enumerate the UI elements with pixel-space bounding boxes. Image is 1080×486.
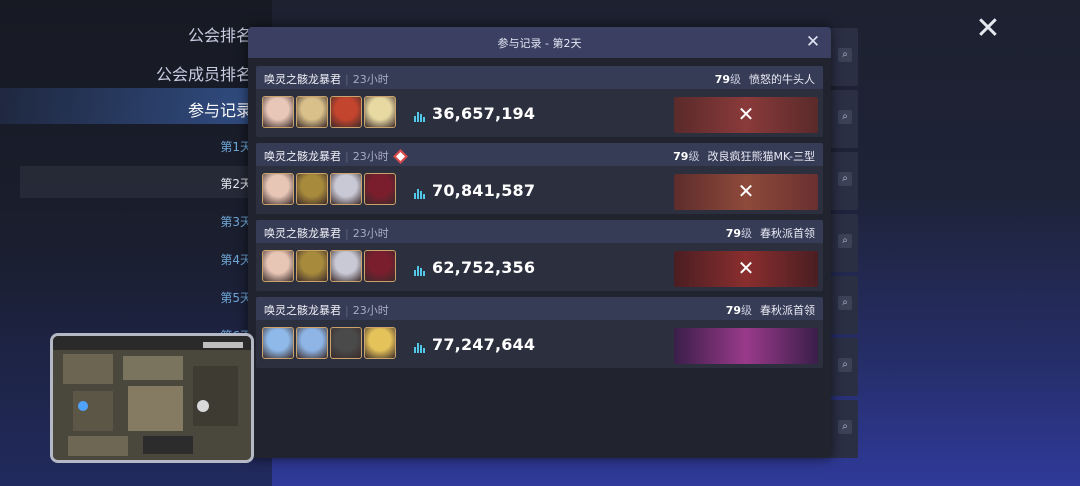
target-level: 79 [673,150,689,163]
damage-number: 62,752,356 [432,258,536,277]
damage-number: 70,841,587 [432,181,536,200]
target-thumbnail[interactable]: ✕ [674,97,818,133]
target-info: 79级 愤怒的牛头人 [715,71,815,87]
damage-number: 36,657,194 [432,104,536,123]
entry-header: 唤灵之骸龙暴君 | 23小时 79级 春秋派首领 [256,220,823,243]
boss-name: 唤灵之骸龙暴君 [264,227,341,240]
damage-value: 70,841,587 [414,180,535,200]
character-avatar[interactable] [364,327,396,359]
sidebar-item-member-ranking[interactable]: 公会成员排名 [156,61,252,85]
level-unit: 级 [741,227,752,240]
participation-record-modal: 参与记录 - 第2天 ✕ 唤灵之骸龙暴君 | 23小时 79级 愤怒的牛头人 36,6… [248,27,831,458]
modal-close-icon[interactable]: ✕ [803,32,823,52]
entry-header: 唤灵之骸龙暴君 | 23小时 79级 改良疯狂熊猫MK-三型 [256,143,823,166]
character-avatar[interactable] [296,327,328,359]
sidebar-item-participation-record[interactable]: 参与记录 [188,97,252,121]
character-avatar[interactable] [330,250,362,282]
entry-boss-line: 唤灵之骸龙暴君 | 23小时 [264,148,408,164]
level-unit: 级 [688,150,700,163]
entry-boss-line: 唤灵之骸龙暴君 | 23小时 [264,227,389,240]
level-unit: 级 [730,73,741,86]
target-info: 79级 春秋派首领 [726,225,815,241]
time-ago: 23小时 [352,227,389,240]
entry-boss-line: 唤灵之骸龙暴君 | 23小时 [264,73,389,86]
character-avatar[interactable] [296,250,328,282]
damage-value: 36,657,194 [414,103,535,123]
target-name: 春秋派首领 [760,304,815,317]
target-level: 79 [714,73,730,86]
damage-value: 62,752,356 [414,257,535,277]
x-mark-icon: ✕ [737,256,755,280]
record-entry[interactable]: 唤灵之骸龙暴君 | 23小时 79级 愤怒的牛头人 36,657,194 ✕ [256,66,823,137]
game-preview-window[interactable] [50,333,254,463]
character-avatar[interactable] [296,96,328,128]
target-thumbnail[interactable]: ✕ [674,251,818,287]
team-avatars [262,96,398,130]
target-thumbnail[interactable] [674,328,818,364]
entry-header: 唤灵之骸龙暴君 | 23小时 79级 春秋派首领 [256,297,823,320]
character-avatar[interactable] [262,327,294,359]
character-avatar[interactable] [330,327,362,359]
character-avatar[interactable] [330,96,362,128]
bar-chart-icon [414,180,426,199]
entry-list: 唤灵之骸龙暴君 | 23小时 79级 愤怒的牛头人 36,657,194 ✕ 唤灵之骸… [256,66,823,374]
team-avatars [262,250,398,284]
search-icon[interactable]: ⌕ [838,172,852,186]
boss-name: 唤灵之骸龙暴君 [264,150,341,163]
search-icon[interactable]: ⌕ [838,48,852,62]
x-mark-icon: ✕ [737,179,755,203]
level-unit: 级 [741,304,752,317]
character-avatar[interactable] [262,173,294,205]
character-avatar[interactable] [364,250,396,282]
search-icon[interactable]: ⌕ [838,110,852,124]
target-level: 79 [725,304,741,317]
sidebar-item-guild-ranking[interactable]: 公会排名 [188,22,252,46]
x-mark-icon: ✕ [737,102,755,126]
character-avatar[interactable] [262,96,294,128]
boss-name: 唤灵之骸龙暴君 [264,73,341,86]
character-avatar[interactable] [262,250,294,282]
search-icon[interactable]: ⌕ [838,358,852,372]
character-avatar[interactable] [364,173,396,205]
entry-boss-line: 唤灵之骸龙暴君 | 23小时 [264,304,389,317]
modal-title: 参与记录 - 第2天 [497,37,582,50]
entry-header: 唤灵之骸龙暴君 | 23小时 79级 愤怒的牛头人 [256,66,823,89]
character-avatar[interactable] [364,96,396,128]
target-name: 改良疯狂熊猫MK-三型 [707,150,815,163]
target-name: 春秋派首领 [760,227,815,240]
crown-badge-icon [392,149,408,164]
time-ago: 23小时 [352,304,389,317]
record-entry[interactable]: 唤灵之骸龙暴君 | 23小时 79级 春秋派首领 62,752,356 ✕ [256,220,823,291]
close-icon[interactable]: ✕ [973,14,1003,44]
search-icon[interactable]: ⌕ [838,296,852,310]
game-preview-image [53,336,251,460]
bar-chart-icon [414,103,426,122]
character-avatar[interactable] [296,173,328,205]
target-name: 愤怒的牛头人 [749,73,815,86]
boss-name: 唤灵之骸龙暴君 [264,304,341,317]
search-icon[interactable]: ⌕ [838,420,852,434]
target-level: 79 [725,227,741,240]
target-info: 79级 春秋派首领 [726,302,815,318]
character-avatar[interactable] [330,173,362,205]
damage-number: 77,247,644 [432,335,536,354]
team-avatars [262,173,398,207]
bar-chart-icon [414,334,426,353]
target-info: 79级 改良疯狂熊猫MK-三型 [673,148,815,164]
team-avatars [262,327,398,361]
time-ago: 23小时 [352,150,389,163]
target-thumbnail[interactable]: ✕ [674,174,818,210]
time-ago: 23小时 [352,73,389,86]
damage-value: 77,247,644 [414,334,535,354]
bar-chart-icon [414,257,426,276]
search-icon[interactable]: ⌕ [838,234,852,248]
modal-header: 参与记录 - 第2天 ✕ [248,27,831,58]
record-entry[interactable]: 唤灵之骸龙暴君 | 23小时 79级 改良疯狂熊猫MK-三型 70,841,587 ✕ [256,143,823,214]
record-entry[interactable]: 唤灵之骸龙暴君 | 23小时 79级 春秋派首领 77,247,644 [256,297,823,368]
